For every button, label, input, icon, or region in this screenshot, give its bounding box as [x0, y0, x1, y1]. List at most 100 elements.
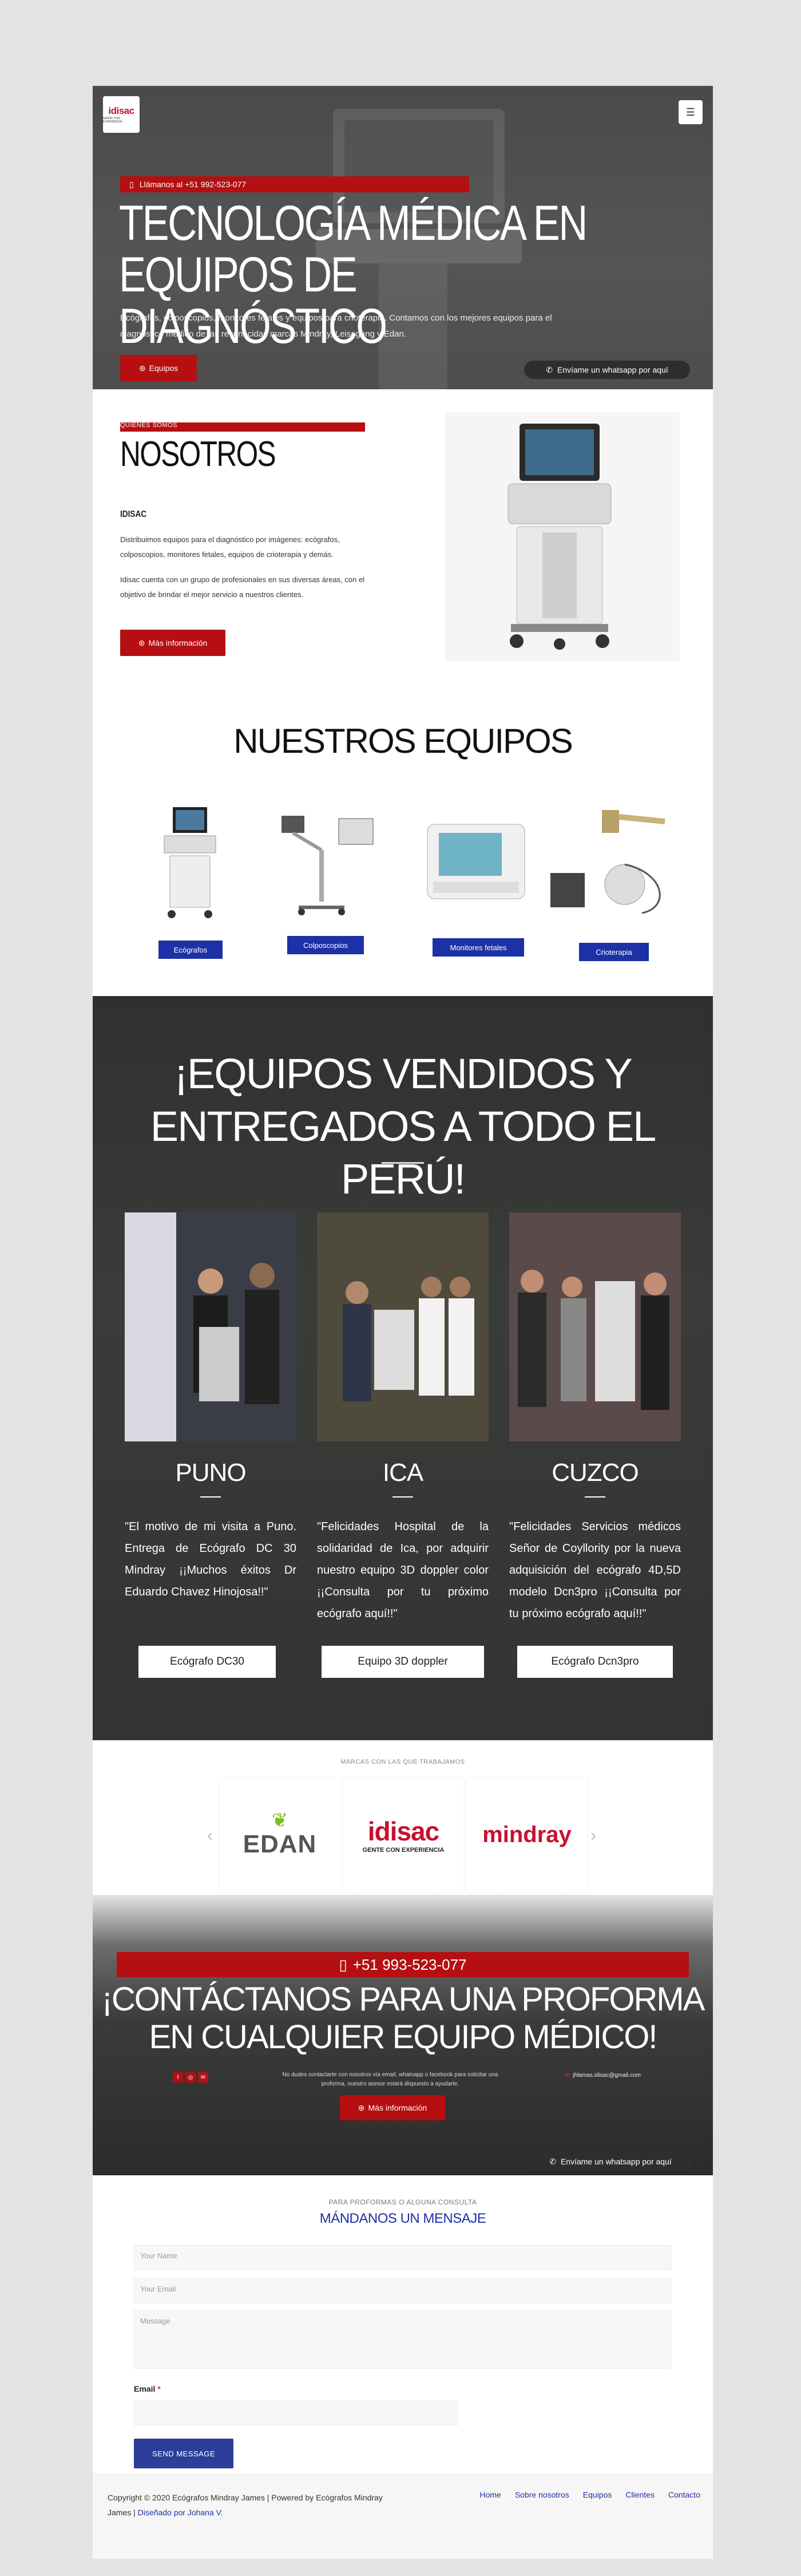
cta-note: No dudes contactarte con nosotros vía em… — [282, 2072, 498, 2087]
phone-icon: ▯ — [339, 1955, 347, 1973]
sold-section: ¡EQUIPOS VENDIDOS Y ENTREGADOS A TODO EL… — [93, 996, 713, 1740]
cta-title: ¡CONTÁCTANOS PARA UNA PROFORMA EN CUALQU… — [101, 1981, 705, 2056]
ultrasound-machine-image — [445, 412, 680, 661]
brand-name: idisac — [367, 1816, 439, 1846]
cta-more-button[interactable]: ⊛ Más información — [340, 2095, 445, 2120]
required-mark: * — [157, 2384, 161, 2393]
cta-phone: +51 993-523-077 — [352, 1955, 467, 1973]
cuzco-button-label: Ecógrafo Dcn3pro — [551, 1656, 639, 1668]
brand-mindray[interactable]: mindray — [467, 1777, 587, 1892]
name-field[interactable]: Your Name — [134, 2245, 672, 2270]
ecografos-button[interactable]: Ecógrafos — [158, 941, 223, 959]
send-message-button[interactable]: SEND MESSAGE — [134, 2439, 233, 2468]
crioterapia-button[interactable]: Crioterapia — [579, 943, 649, 961]
colposcopios-button[interactable]: Colposcopios — [287, 936, 364, 954]
equipos-button-label: Equipos — [149, 364, 179, 373]
send-message-label: SEND MESSAGE — [152, 2449, 216, 2458]
phone-icon: ▯ — [129, 179, 134, 189]
designer-link[interactable]: Diseñado por Johana V. — [138, 2508, 223, 2517]
whatsapp-label: Envíame un whatsapp por aquí — [557, 365, 668, 374]
email-label: Email * — [134, 2384, 161, 2393]
city-text-puno: "El motivo de mi visita a Puno. Entrega … — [125, 1520, 296, 1598]
brands-label: MARCAS CON LAS QUE TRABAJAMOS — [340, 1759, 465, 1765]
ica-button[interactable]: Equipo 3D doppler — [322, 1646, 484, 1678]
instagram-icon[interactable]: ◎ — [185, 2072, 196, 2083]
monitores-button[interactable]: Monitores fetales — [433, 938, 524, 957]
cuzco-button[interactable]: Ecógrafo Dcn3pro — [517, 1646, 673, 1678]
sold-divider — [382, 1162, 424, 1164]
city-divider — [585, 1496, 605, 1498]
cta-phone-bar[interactable]: ▯ +51 993-523-077 — [117, 1952, 689, 1977]
footer: Copyright © 2020 Ecógrafos Mindray James… — [93, 2473, 713, 2559]
whatsapp-button[interactable]: ✆ Envíame un whatsapp por aquí — [528, 2152, 693, 2171]
hamburger-icon: ☰ — [685, 106, 696, 118]
monitores-label: Monitores fetales — [450, 943, 507, 952]
about-subtitle: IDISAC — [120, 509, 147, 519]
equipment-section: NUESTROS EQUIPOS Ecógrafos Colposcopios … — [93, 687, 713, 996]
circle-arrow-icon: ⊛ — [138, 363, 146, 373]
email-label-text: Email — [134, 2384, 156, 2393]
puno-photo — [125, 1212, 296, 1441]
brand-name: mindray — [482, 1822, 572, 1847]
footer-link-about[interactable]: Sobre nosotros — [515, 2490, 569, 2499]
about-paragraph-2: Idisac cuenta con un grupo de profesiona… — [120, 575, 365, 599]
about-more-button[interactable]: ⊛ Más información — [120, 630, 225, 656]
email-field[interactable]: Your Email — [134, 2278, 672, 2304]
brand-edan[interactable]: ❦ EDAN — [220, 1777, 340, 1892]
page: idisac GENTE CON EXPERIENCIA ☰ ▯ Llámano… — [93, 86, 713, 2559]
puno-button[interactable]: Ecógrafo DC30 — [138, 1646, 276, 1678]
message-title: MÁNDANOS UN MENSAJE — [319, 2211, 486, 2226]
whatsapp-button[interactable]: ✆ Envíame un whatsapp por aquí — [524, 361, 690, 379]
city-divider — [392, 1496, 413, 1498]
ica-button-label: Equipo 3D doppler — [358, 1656, 448, 1668]
about-tag: QUIÉNES SOMOS — [120, 422, 178, 429]
brands-section: MARCAS CON LAS QUE TRABAJAMOS ‹ ❦ EDAN i… — [93, 1740, 713, 1895]
email-input[interactable] — [134, 2400, 458, 2425]
crioterapia-label: Crioterapia — [596, 947, 632, 957]
about-more-label: Más información — [148, 638, 208, 647]
carousel-next-icon[interactable]: › — [590, 1826, 596, 1846]
crioterapia-image — [550, 810, 665, 914]
hero-lead: Ecógrafos, colposcopios, monitores fetal… — [120, 313, 552, 339]
logo-text: idisac — [108, 105, 134, 116]
envelope-icon: ✉ — [565, 2072, 570, 2079]
cta-email[interactable]: ✉ jhlamas.idisac@gmail.com — [565, 2072, 641, 2079]
brand-idisac[interactable]: idisac GENTE CON EXPERIENCIA — [343, 1777, 463, 1892]
footer-link-equipment[interactable]: Equipos — [583, 2490, 612, 2499]
colposcopios-label: Colposcopios — [303, 941, 348, 950]
whatsapp-icon: ✆ — [546, 365, 553, 374]
city-name-ica: ICA — [382, 1459, 423, 1487]
hero-phone-bar[interactable]: ▯ Llámanos al +51 992-523-077 — [120, 176, 469, 192]
carousel-prev-icon[interactable]: ‹ — [207, 1826, 213, 1846]
city-text-ica: "Felicidades Hospital de la solidaridad … — [317, 1520, 489, 1620]
city-name-cuzco: CUZCO — [552, 1459, 639, 1487]
equipment-item: Ecógrafos — [127, 804, 253, 965]
contact-cta-section: ▯ +51 993-523-077 ¡CONTÁCTANOS PARA UNA … — [93, 1895, 713, 2175]
footer-link-clients[interactable]: Clientes — [625, 2490, 655, 2499]
hero-phone-text: Llámanos al +51 992-523-077 — [139, 180, 247, 189]
ecografo-image — [164, 807, 216, 918]
equipos-button[interactable]: ⊛ Equipos — [120, 355, 197, 381]
message-field[interactable]: Message — [134, 2310, 672, 2369]
sold-title: ¡EQUIPOS VENDIDOS Y ENTREGADOS A TODO EL… — [150, 1050, 657, 1203]
logo-tagline: GENTE CON EXPERIENCIA — [103, 117, 122, 124]
footer-link-home[interactable]: Home — [479, 2490, 501, 2499]
footer-copyright: Copyright © 2020 Ecógrafos Mindray James… — [108, 2490, 405, 2520]
menu-button[interactable]: ☰ — [679, 100, 703, 124]
facebook-icon[interactable]: f — [173, 2072, 183, 2083]
monitor-fetal-image — [427, 824, 525, 899]
message-pre: PARA PROFORMAS O ALGUNA CONSULTA — [328, 2198, 477, 2206]
site-logo[interactable]: idisac GENTE CON EXPERIENCIA — [103, 96, 140, 133]
circle-arrow-icon: ⊛ — [138, 638, 145, 647]
mail-icon[interactable]: ✉ — [198, 2072, 208, 2083]
whatsapp-label: Envíame un whatsapp por aquí — [560, 2157, 672, 2166]
equipment-item: Crioterapia — [550, 804, 676, 965]
whatsapp-icon: ✆ — [549, 2156, 556, 2166]
city-text-cuzco: "Felicidades Servicios médicos Señor de … — [509, 1520, 681, 1620]
about-section: QUIÉNES SOMOS NOSOTROS IDISAC Distribuim… — [93, 389, 713, 687]
footer-link-contact[interactable]: Contacto — [668, 2490, 700, 2499]
equipment-item: Monitores fetales — [413, 804, 539, 965]
leaf-icon: ❦ — [271, 1809, 288, 1831]
about-title: NOSOTROS — [120, 434, 276, 474]
hero-section: idisac GENTE CON EXPERIENCIA ☰ ▯ Llámano… — [93, 86, 713, 389]
